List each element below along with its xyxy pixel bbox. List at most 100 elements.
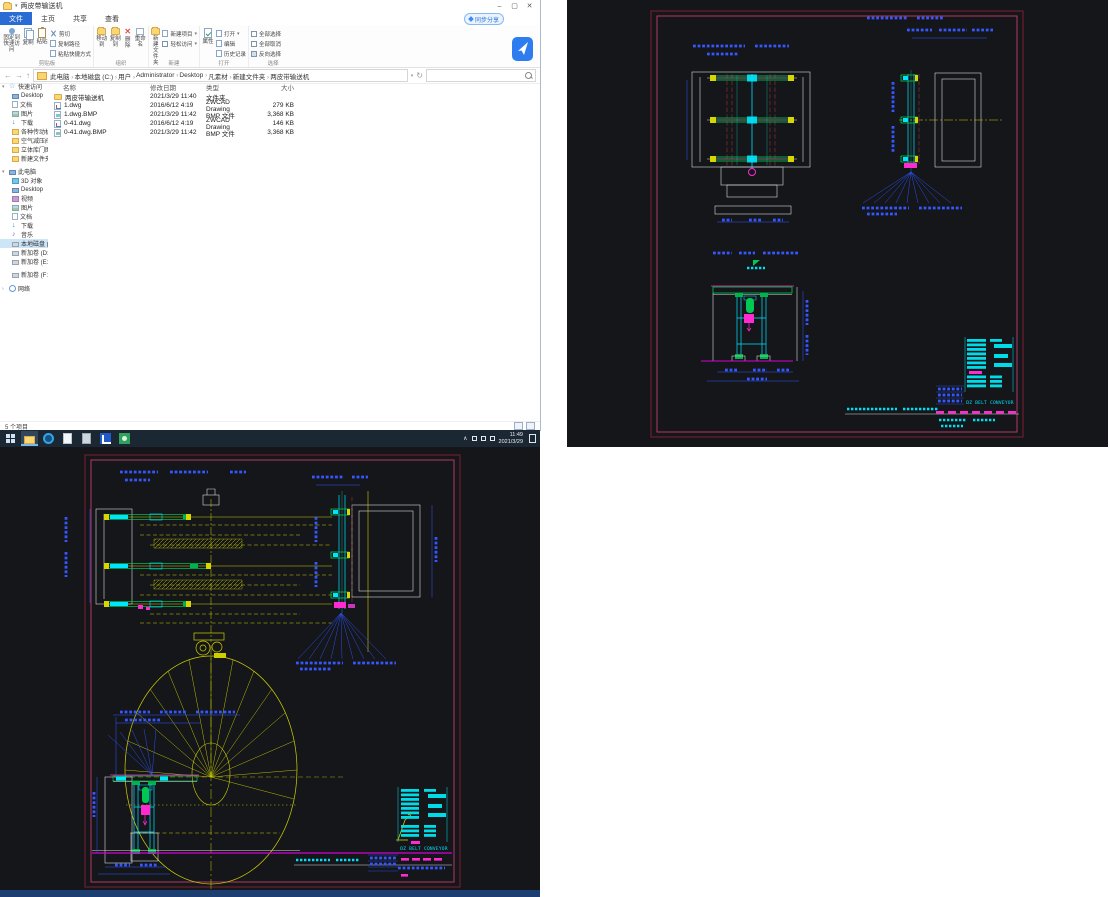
app-folder-icon (3, 3, 12, 10)
details-view-toggle-icon[interactable] (514, 422, 523, 430)
sidebar-item-documents[interactable]: 文档 (0, 100, 48, 109)
sidebar-item-downloads[interactable]: ↓下载 (0, 221, 48, 230)
search-input[interactable] (426, 69, 536, 82)
sidebar-item-desktop[interactable]: Desktop (0, 91, 48, 100)
sidebar-item-desktop[interactable]: Desktop (0, 185, 48, 194)
volume-tray-icon[interactable] (481, 436, 486, 441)
edit-button[interactable]: 编辑 (216, 39, 246, 48)
tab-share[interactable]: 共享 (64, 12, 96, 25)
drive-icon (12, 251, 19, 256)
sidebar-item-documents[interactable]: 文档 (0, 212, 48, 221)
sidebar-item-folder[interactable]: 新建文件夹 (0, 154, 48, 163)
sidebar-section-this-pc[interactable]: ▾此电脑 (0, 167, 48, 176)
file-row[interactable]: 0-41.dwg.BMP 2021/3/29 11:42 BMP 文件 3,36… (48, 128, 538, 137)
sidebar-item-music[interactable]: ♪音乐 (0, 230, 48, 239)
sidebar-item-pictures[interactable]: 图片 (0, 203, 48, 212)
rename-button[interactable]: 重命名 (135, 27, 146, 59)
open-button[interactable]: 打开▾ (216, 29, 246, 38)
column-header-type[interactable]: 类型 (204, 82, 256, 92)
copy-path-button[interactable]: 复制路径 (50, 39, 91, 48)
refresh-icon[interactable]: ↻ (416, 72, 423, 80)
close-button[interactable]: ✕ (522, 1, 537, 12)
sidebar-item-volume-f[interactable]: 新加卷 (F:) (0, 270, 48, 279)
sidebar-item-folder[interactable]: 立体库门图纸 (0, 145, 48, 154)
paste-button[interactable]: 粘贴 (36, 27, 48, 59)
cut-button[interactable]: 剪切 (50, 29, 91, 38)
maximize-button[interactable]: ▢ (507, 1, 522, 12)
pin-to-quick-access-button[interactable]: 固定到快速访问 (3, 27, 20, 59)
quick-access-toolbar-icon[interactable]: ▾ (15, 3, 18, 9)
sidebar-item-3d-objects[interactable]: 3D 对象 (0, 176, 48, 185)
new-folder-button[interactable]: 新建文件夹 (151, 27, 160, 59)
ime-tray-icon[interactable] (490, 436, 495, 441)
cad-status-strip (0, 890, 540, 897)
taskbar-green-app[interactable] (116, 431, 133, 446)
network-tray-icon[interactable] (472, 436, 477, 441)
file-row[interactable]: 1.dwg.BMP 2021/3/29 11:42 BMP 文件 3,368 K… (48, 110, 538, 119)
sidebar-item-folder[interactable]: 空气减压阀等材料 (0, 136, 48, 145)
up-button[interactable]: ↑ (26, 72, 30, 80)
breadcrumb-segment[interactable]: 用户 (118, 71, 135, 81)
move-to-button[interactable]: 移动到 (96, 27, 107, 59)
breadcrumb-segment[interactable]: 两皮带输送机 (270, 71, 309, 81)
breadcrumb-segment[interactable]: 此电脑 (50, 71, 73, 81)
sidebar-item-volume-d[interactable]: 新加卷 (D:) (0, 248, 48, 257)
tray-chevron-icon[interactable]: ∧ (463, 436, 467, 442)
tab-home[interactable]: 主页 (32, 12, 64, 25)
sidebar-item-pictures[interactable]: 图片 (0, 109, 48, 118)
file-row[interactable]: 0-41.dwg 2016/6/12 4:19 ZWCAD Drawing 14… (48, 119, 538, 128)
floating-assistant-icon[interactable] (512, 37, 533, 63)
action-center-icon[interactable] (529, 434, 536, 443)
bmp-file-icon (54, 111, 61, 119)
breadcrumb-segment[interactable]: 凡素材 (208, 71, 231, 81)
address-dropdown-icon[interactable]: ▾ (411, 72, 414, 80)
taskbar-clock[interactable]: 11:49 2021/3/29 (499, 432, 523, 445)
taskbar-document-app[interactable] (59, 431, 76, 446)
sidebar-item-videos[interactable]: 视频 (0, 194, 48, 203)
paste-shortcut-button[interactable]: 粘贴快捷方式 (50, 49, 91, 58)
copy-button[interactable]: 复制 (22, 27, 34, 59)
breadcrumb-segment[interactable]: Administrator (136, 72, 178, 79)
breadcrumb-segment[interactable]: Desktop (179, 72, 207, 79)
select-all-button[interactable]: 全部选择 (251, 29, 281, 38)
file-row[interactable]: 两皮带输送机 2021/3/29 11:40 文件夹 (48, 92, 538, 101)
sidebar-item-folder[interactable]: 各种传动机械图 (0, 127, 48, 136)
tab-view[interactable]: 查看 (96, 12, 128, 25)
taskbar-browser[interactable] (40, 431, 57, 446)
column-header-size[interactable]: 大小 (256, 82, 296, 92)
delete-button[interactable]: ✕ 删除 (123, 27, 133, 59)
sidebar-item-network[interactable]: ›网络 (0, 284, 48, 293)
back-button[interactable]: ← (4, 72, 12, 80)
status-bar: 5 个项目 (0, 421, 540, 430)
file-row[interactable]: 1.dwg 2016/6/12 4:19 ZWCAD Drawing 279 K… (48, 101, 538, 110)
start-button[interactable] (0, 430, 20, 447)
history-button[interactable]: 历史记录 (216, 49, 246, 58)
properties-button[interactable]: 属性 (202, 27, 214, 59)
sidebar-item-local-disk-c[interactable]: 本地磁盘 (C:) (0, 239, 48, 248)
column-header-name[interactable]: 名称 (48, 82, 148, 92)
taskbar-notes-app[interactable] (78, 431, 95, 446)
breadcrumb-segment[interactable]: 新建文件夹 (233, 71, 269, 81)
minimize-button[interactable]: – (492, 1, 507, 12)
invert-selection-button[interactable]: 反向选择 (251, 49, 281, 58)
documents-icon (12, 101, 18, 108)
paste-icon (38, 28, 46, 38)
folder-icon (12, 156, 19, 162)
copy-to-button[interactable]: 复制到 (109, 27, 120, 59)
sidebar-item-downloads[interactable]: ↓下载 (0, 118, 48, 127)
column-header-date[interactable]: 修改日期 (148, 82, 204, 92)
address-bar[interactable]: 此电脑 本地磁盘 (C:) 用户 Administrator Desktop 凡… (33, 69, 408, 82)
sidebar-item-volume-e[interactable]: 新加卷 (E:) (0, 257, 48, 266)
easy-access-icon (162, 41, 168, 47)
thumbnails-view-toggle-icon[interactable] (526, 422, 535, 430)
cloud-sync-button[interactable]: 同步分享 (464, 13, 504, 25)
sidebar-section-quick-access[interactable]: ▾☆快速访问 (0, 82, 48, 91)
taskbar-zwcad[interactable] (97, 431, 114, 446)
new-item-button[interactable]: 新建项目▾ (162, 29, 197, 38)
forward-button[interactable]: → (15, 72, 23, 80)
taskbar-file-explorer[interactable] (21, 431, 38, 446)
tab-file[interactable]: 文件 (0, 12, 32, 25)
breadcrumb-segment[interactable]: 本地磁盘 (C:) (74, 71, 117, 81)
select-none-button[interactable]: 全部取消 (251, 39, 281, 48)
easy-access-button[interactable]: 轻松访问▾ (162, 39, 197, 48)
